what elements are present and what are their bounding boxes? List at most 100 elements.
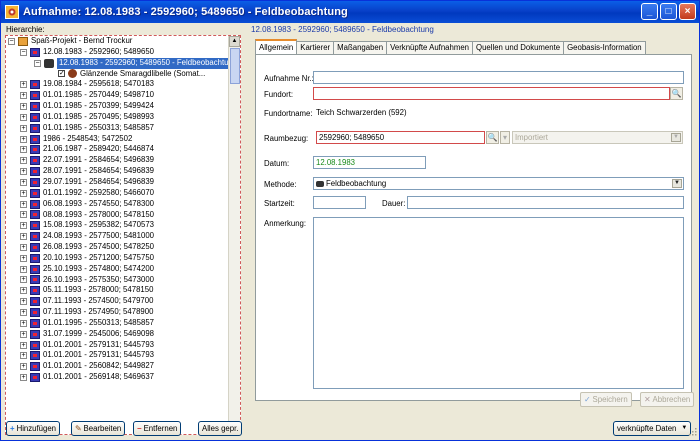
tree-record-node[interactable]: +06.08.1993 - 2574550; 5478300 xyxy=(6,199,228,210)
expand-icon[interactable]: + xyxy=(20,374,27,382)
expand-icon[interactable]: + xyxy=(20,81,27,89)
raumbezug-search-icon[interactable]: 🔍 xyxy=(486,131,499,144)
expand-icon[interactable]: + xyxy=(20,276,27,284)
expand-icon[interactable]: + xyxy=(20,341,27,349)
tab-geobasis[interactable]: Geobasis-Information xyxy=(563,41,646,54)
expand-icon[interactable]: + xyxy=(20,243,27,251)
expand-icon[interactable]: + xyxy=(20,287,27,295)
tab-allgemein[interactable]: Allgemein xyxy=(255,39,298,54)
tab-massangaben[interactable]: Maßangaben xyxy=(333,41,388,54)
expand-icon[interactable]: + xyxy=(20,330,27,338)
tree-record-node[interactable]: +08.08.1993 - 2578000; 5478150 xyxy=(6,210,228,221)
tree-record-node[interactable]: +26.08.1993 - 2574500; 5478250 xyxy=(6,242,228,253)
linked-data-button[interactable]: verknüpfte Daten ▼ xyxy=(613,421,692,436)
expand-icon[interactable]: + xyxy=(20,265,27,273)
hierarchy-tree[interactable]: − Spaß-Projekt - Bernd Trockur − 12.08.1… xyxy=(5,35,241,435)
expand-icon[interactable]: + xyxy=(20,200,27,208)
check-all-button[interactable]: Alles gepr. xyxy=(198,421,243,436)
tree-record-node[interactable]: +01.01.1992 - 2592580; 5466070 xyxy=(6,188,228,199)
expand-icon[interactable]: + xyxy=(20,309,27,317)
tree-record-node[interactable]: +01.01.2001 - 2579131; 5445793 xyxy=(6,350,228,361)
tree-observation-node[interactable]: − 12.08.1983 - 2592960; 5489650 - Feldbe… xyxy=(6,57,240,69)
tree-record-node[interactable]: +28.07.1991 - 2584654; 5496839 xyxy=(6,166,228,177)
expand-icon[interactable]: + xyxy=(20,102,27,110)
tree-record-node[interactable]: +01.01.2001 - 2579131; 5445793 xyxy=(6,340,228,351)
tree-record-node[interactable]: +07.11.1993 - 2574950; 5478900 xyxy=(6,307,228,318)
aufnahme-nr-input[interactable] xyxy=(313,71,684,84)
collapse-icon[interactable]: − xyxy=(20,48,27,56)
tree-record-node[interactable]: +29.07.1991 - 2584654; 5496839 xyxy=(6,177,228,188)
fundortname-value[interactable]: Teich Schwarzerden (592) xyxy=(313,106,684,119)
expand-icon[interactable]: + xyxy=(20,298,27,306)
anmerkung-textarea[interactable] xyxy=(313,217,684,389)
expand-icon[interactable]: + xyxy=(20,178,27,186)
raumbezug-dropdown-icon[interactable]: ▾ xyxy=(500,131,510,144)
resize-grip-icon[interactable] xyxy=(689,428,697,436)
expand-icon[interactable]: + xyxy=(20,233,27,241)
tree-record-node[interactable]: +01.01.1985 - 2570399; 5499424 xyxy=(6,101,228,112)
record-label: 06.08.1993 - 2574550; 5478300 xyxy=(43,198,154,208)
expand-icon[interactable]: + xyxy=(20,222,27,230)
collapse-icon[interactable]: − xyxy=(8,37,15,45)
fundort-search-icon[interactable]: 🔍 xyxy=(670,87,683,100)
scroll-up-icon[interactable]: ▲ xyxy=(229,36,240,47)
tree-record-node[interactable]: +22.07.1991 - 2584654; 5496839 xyxy=(6,155,228,166)
expand-icon[interactable]: + xyxy=(20,135,27,143)
tree-record-node[interactable]: +24.08.1993 - 2577500; 5481000 xyxy=(6,231,228,242)
tree-record-node[interactable]: +01.01.1985 - 2550313; 5485857 xyxy=(6,123,228,134)
add-button[interactable]: + Hinzufügen xyxy=(6,421,61,436)
tree-record-node[interactable]: +07.11.1993 - 2574500; 5479700 xyxy=(6,296,228,307)
expand-icon[interactable]: + xyxy=(20,211,27,219)
raumbezug-input[interactable]: 2592960; 5489650 xyxy=(316,131,485,144)
tree-record-node[interactable]: +01.01.1985 - 2570495; 5498993 xyxy=(6,112,228,123)
tab-verknuepfte-aufnahmen[interactable]: Verknüpfte Aufnahmen xyxy=(386,41,474,54)
expand-icon[interactable]: + xyxy=(20,146,27,154)
tree-record-node[interactable]: +01.01.1985 - 2570449; 5498710 xyxy=(6,90,228,101)
fundort-input[interactable] xyxy=(313,87,670,100)
minimize-button[interactable]: _ xyxy=(641,3,658,20)
expand-icon[interactable]: + xyxy=(20,157,27,165)
expand-icon[interactable]: + xyxy=(20,124,27,132)
tab-kartierer[interactable]: Kartierer xyxy=(296,41,335,54)
tree-record-node[interactable]: +15.08.1993 - 2595382; 5470573 xyxy=(6,220,228,231)
collapse-icon[interactable]: − xyxy=(34,59,41,67)
edit-button[interactable]: ✎ Bearbeiten xyxy=(71,421,126,436)
record-label: 22.07.1991 - 2584654; 5496839 xyxy=(43,155,154,165)
remove-button[interactable]: − Entfernen xyxy=(133,421,182,436)
tab-quellen-dokumente[interactable]: Quellen und Dokumente xyxy=(472,41,565,54)
tree-record-node[interactable]: +05.11.1993 - 2578000; 5478150 xyxy=(6,285,228,296)
methode-select[interactable]: Feldbeobachtung ▼ xyxy=(313,177,684,190)
tree-scrollbar[interactable]: ▲ ▼ xyxy=(228,36,240,434)
tree-project-node[interactable]: − Spaß-Projekt - Bernd Trockur xyxy=(6,36,228,47)
tree-record-node[interactable]: − 12.08.1983 - 2592960; 5489650 xyxy=(6,47,228,58)
tree-record-node[interactable]: +01.01.2001 - 2560842; 5449827 xyxy=(6,361,228,372)
startzeit-input[interactable] xyxy=(313,196,366,209)
tree-record-node[interactable]: +31.07.1999 - 2545006; 5469098 xyxy=(6,329,228,340)
tree-record-node[interactable]: +26.10.1993 - 2575350; 5473000 xyxy=(6,275,228,286)
expand-icon[interactable]: + xyxy=(20,352,27,360)
tree-record-node[interactable]: +19.08.1984 - 2595618; 5470183 xyxy=(6,79,228,90)
species-checkbox[interactable]: ✓ xyxy=(58,70,65,78)
tree-record-node[interactable]: +1986 - 2548543; 5472502 xyxy=(6,134,228,145)
tree-species-node[interactable]: ✓ Glänzende Smaragdlibelle (Somat... xyxy=(6,69,228,80)
expand-icon[interactable]: + xyxy=(20,319,27,327)
maximize-button[interactable]: □ xyxy=(660,3,677,20)
datum-input[interactable]: 12.08.1983 xyxy=(313,156,426,169)
expand-icon[interactable]: + xyxy=(20,92,27,100)
tree-record-node[interactable]: +01.01.1995 - 2550313; 5485857 xyxy=(6,318,228,329)
chevron-down-icon[interactable]: ▼ xyxy=(672,179,682,188)
tree-record-node[interactable]: +25.10.1993 - 2574800; 5474200 xyxy=(6,264,228,275)
scroll-thumb[interactable] xyxy=(230,48,240,84)
expand-icon[interactable]: + xyxy=(20,189,27,197)
tree-record-node[interactable]: +20.10.1993 - 2571200; 5475750 xyxy=(6,253,228,264)
expand-icon[interactable]: + xyxy=(20,168,27,176)
expand-icon[interactable]: + xyxy=(20,113,27,121)
record-icon xyxy=(30,210,40,220)
expand-icon[interactable]: + xyxy=(20,254,27,262)
tree-record-node[interactable]: +21.06.1987 - 2589420; 5446874 xyxy=(6,144,228,155)
dauer-input[interactable] xyxy=(407,196,684,209)
close-button[interactable]: × xyxy=(679,3,696,20)
tree-record-node[interactable]: +01.01.2001 - 2569148; 5469637 xyxy=(6,372,228,383)
expand-icon[interactable]: + xyxy=(20,363,27,371)
record-label: 08.08.1993 - 2578000; 5478150 xyxy=(43,209,154,219)
